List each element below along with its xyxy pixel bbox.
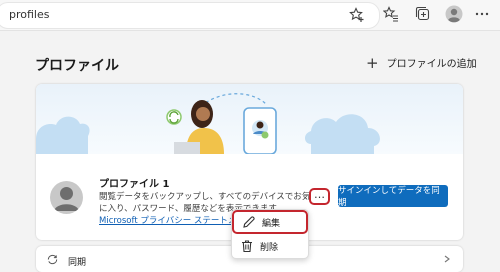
add-profile-label: プロファイルの追加 [386,59,477,70]
profile-avatar [50,181,83,214]
trash-icon [242,240,252,253]
menu-item-edit[interactable]: 編集 [232,210,308,234]
profile-name: プロファイル 1 [99,179,170,190]
menu-item-delete-label: 削除 [260,242,279,253]
banner-illustration [36,93,380,154]
collections-icon[interactable] [415,6,431,22]
sync-icon [47,254,58,265]
menu-item-delete[interactable]: 削除 [232,234,308,258]
sync-label: 同期 [68,258,87,268]
plus-icon: + [366,53,379,72]
sign-in-sync-button[interactable]: サインインしてデータを同期 [338,185,448,208]
browser-menu-icon[interactable] [474,6,490,22]
more-actions-button[interactable]: … [309,188,330,205]
settings-content: プロファイル + プロファイルの追加 プロファイル 1 閲覧データをバックアップ… [0,31,500,272]
address-text: profiles [9,8,50,21]
page-title: プロファイル [35,58,119,74]
profile-avatar-icon[interactable] [445,5,463,23]
profile-context-menu: 編集 削除 [231,209,309,259]
browser-toolbar: profiles [0,0,500,31]
chevron-right-icon [444,255,450,263]
menu-item-edit-label: 編集 [262,218,281,229]
add-profile-button[interactable]: + プロファイルの追加 [366,55,477,70]
address-bar[interactable]: profiles [0,2,380,29]
favorites-icon[interactable] [383,6,399,22]
profile-banner [36,84,463,154]
person-icon [54,187,79,211]
add-favorite-icon[interactable] [349,7,365,23]
pencil-icon [243,216,255,228]
